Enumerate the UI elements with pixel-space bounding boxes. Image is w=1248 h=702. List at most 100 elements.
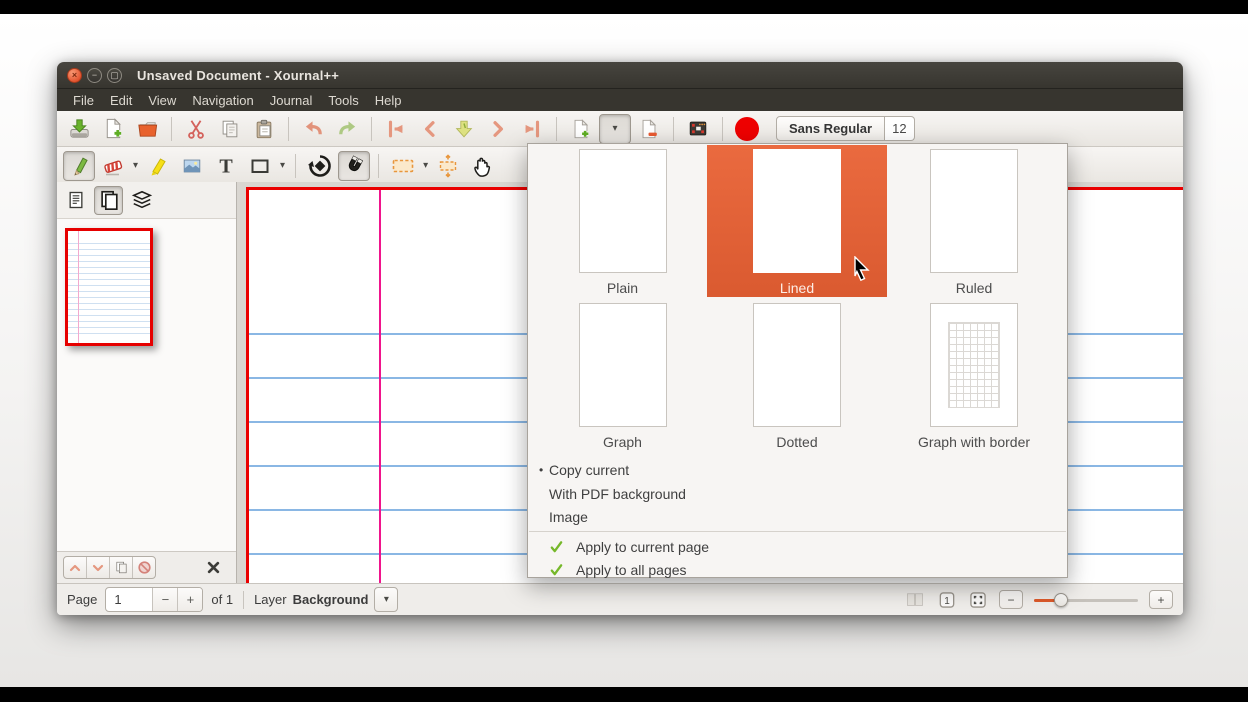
page-template-dropdown-button[interactable]: ▾ <box>599 114 631 144</box>
menu-item-apply-to-current-page[interactable]: Apply to current page <box>528 535 1067 558</box>
fit-width-icon[interactable] <box>968 590 988 610</box>
fit-page-icon[interactable]: 1 <box>937 590 957 610</box>
zoom-out-button[interactable]: − <box>999 590 1023 609</box>
two-page-view-icon[interactable] <box>904 590 926 610</box>
next-annotated-page-button[interactable] <box>448 114 480 144</box>
first-page-button[interactable] <box>380 114 412 144</box>
toolbar-separator <box>722 117 723 141</box>
new-page-after-button[interactable] <box>565 114 597 144</box>
delete-page-button[interactable] <box>633 114 665 144</box>
layer-dropdown-button[interactable]: ▾ <box>374 587 398 612</box>
menu-item-label: Apply to current page <box>576 539 709 555</box>
last-page-button[interactable] <box>516 114 548 144</box>
template-graph[interactable]: Graph <box>537 299 708 454</box>
copy-button[interactable] <box>214 114 246 144</box>
vertical-space-tool-button[interactable] <box>432 151 464 181</box>
hand-tool-button[interactable] <box>466 151 498 181</box>
record-audio-button[interactable] <box>731 114 763 144</box>
text-tool-button[interactable]: T <box>210 151 242 181</box>
toolbar-separator <box>371 117 372 141</box>
previous-page-button[interactable] <box>414 114 446 144</box>
pen-tool-button[interactable] <box>63 151 95 181</box>
close-window-icon[interactable]: × <box>67 68 82 83</box>
graph-border-inner-grid <box>948 322 1000 408</box>
menu-file[interactable]: File <box>65 91 102 110</box>
page-template-menu: Plain Lined Ruled Graph Dotted Graph wit… <box>527 143 1068 578</box>
font-size-field[interactable]: 12 <box>885 116 914 141</box>
ruled-template-preview <box>930 149 1018 273</box>
sidebar-tab-pages[interactable] <box>94 186 123 215</box>
rectangle-shape-icon <box>248 154 272 178</box>
eraser-options-chevron-icon[interactable]: ▾ <box>130 160 141 171</box>
open-button[interactable] <box>131 114 163 144</box>
save-button[interactable] <box>63 114 95 144</box>
menu-help[interactable]: Help <box>367 91 410 110</box>
arrow-up-icon <box>68 562 82 574</box>
shape-options-chevron-icon[interactable]: ▾ <box>277 160 288 171</box>
menu-view[interactable]: View <box>140 91 184 110</box>
eraser-tool-button[interactable] <box>97 151 129 181</box>
menu-item-apply-to-all-pages[interactable]: Apply to all pages <box>528 558 1067 581</box>
redo-button[interactable] <box>331 114 363 144</box>
select-rectangle-button[interactable] <box>387 151 419 181</box>
annotated-page-down-icon <box>453 118 475 140</box>
zoom-slider-thumb[interactable] <box>1054 593 1068 607</box>
page-action-group <box>63 556 156 579</box>
font-name-button[interactable]: Sans Regular <box>776 116 885 141</box>
template-ruled[interactable]: Ruled <box>888 145 1060 297</box>
shape-recognizer-button[interactable] <box>304 151 336 181</box>
page-count-label: of 1 <box>211 592 233 607</box>
move-page-down-button[interactable] <box>87 557 110 578</box>
menu-journal[interactable]: Journal <box>262 91 321 110</box>
sidebar-tab-layers[interactable] <box>127 186 156 215</box>
lined-template-preview <box>753 149 841 273</box>
zoom-in-button[interactable]: + <box>1149 590 1173 609</box>
shape-tool-button[interactable] <box>244 151 276 181</box>
template-graph-with-border[interactable]: Graph with border <box>888 299 1060 454</box>
snapping-button[interactable] <box>338 151 370 181</box>
template-plain[interactable]: Plain <box>537 145 708 297</box>
copy-page-button[interactable] <box>110 557 133 578</box>
vertical-space-icon <box>436 154 460 178</box>
delete-page-button-sidebar[interactable] <box>133 557 155 578</box>
template-label: Graph with border <box>918 434 1030 450</box>
menu-navigation[interactable]: Navigation <box>184 91 261 110</box>
insert-image-button[interactable] <box>176 151 208 181</box>
undo-icon <box>302 117 325 140</box>
new-document-button[interactable] <box>97 114 129 144</box>
next-page-button[interactable] <box>482 114 514 144</box>
chevron-down-icon: ▾ <box>609 123 620 134</box>
page-increment-button[interactable]: + <box>177 588 202 611</box>
menu-item-copy-current[interactable]: • Copy current <box>528 458 1067 481</box>
page-decrement-button[interactable]: − <box>152 588 177 611</box>
minus-icon: − <box>1007 594 1014 606</box>
highlighter-tool-button[interactable] <box>142 151 174 181</box>
menu-tools[interactable]: Tools <box>320 91 366 110</box>
menu-edit[interactable]: Edit <box>102 91 140 110</box>
text-icon: T <box>214 154 238 178</box>
close-sidebar-button[interactable] <box>207 561 220 574</box>
maximize-window-icon[interactable]: ▢ <box>107 68 122 83</box>
menu-item-label: Apply to all pages <box>576 562 687 578</box>
cut-button[interactable] <box>180 114 212 144</box>
window-title: Unsaved Document - Xournal++ <box>137 68 339 83</box>
template-dotted[interactable]: Dotted <box>707 299 887 454</box>
presentation-mode-button[interactable] <box>682 114 714 144</box>
page-number-field[interactable]: 1 <box>106 588 152 611</box>
graph-template-preview <box>579 303 667 427</box>
move-page-up-button[interactable] <box>64 557 87 578</box>
page-1-thumbnail[interactable] <box>65 228 153 346</box>
menu-item-with-pdf-background[interactable]: With PDF background <box>528 482 1067 505</box>
sidebar <box>57 182 237 583</box>
paste-button[interactable] <box>248 114 280 144</box>
undo-button[interactable] <box>297 114 329 144</box>
zoom-slider[interactable] <box>1034 593 1138 607</box>
sidebar-tab-contents[interactable] <box>61 186 90 215</box>
toolbar-separator <box>673 117 674 141</box>
minimize-window-icon[interactable]: − <box>87 68 102 83</box>
menu-item-image[interactable]: Image <box>528 505 1067 528</box>
selection-options-chevron-icon[interactable]: ▾ <box>420 160 431 171</box>
thumbnail-margin-line <box>78 231 79 343</box>
graph-border-template-preview <box>930 303 1018 427</box>
sidebar-tab-bar <box>57 182 236 218</box>
